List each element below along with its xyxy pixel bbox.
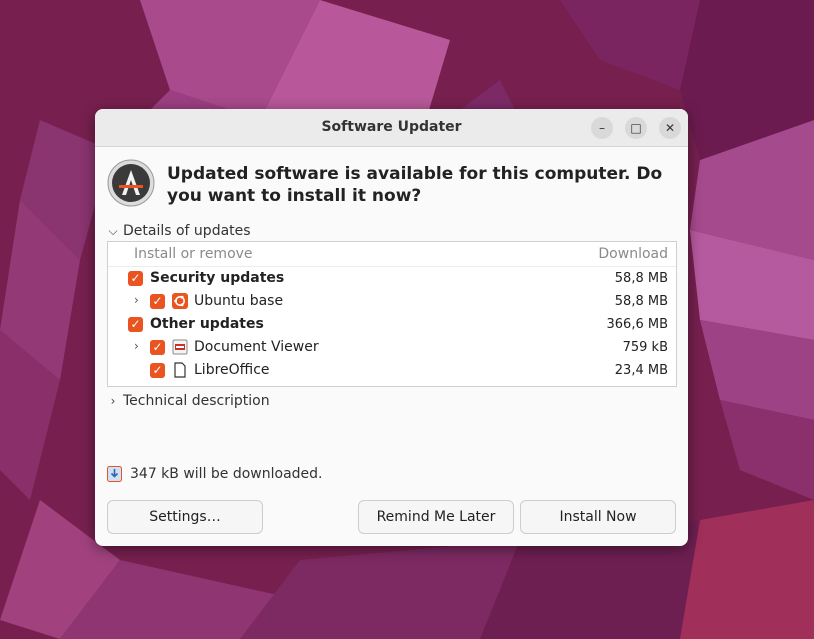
row-label: Security updates — [150, 270, 285, 286]
software-updater-icon — [107, 159, 155, 207]
row-size: 366,6 MB — [606, 317, 668, 332]
list-item[interactable]: ✓ Other updates 366,6 MB — [108, 313, 676, 336]
list-header: Install or remove Download — [108, 242, 676, 267]
chevron-right-icon[interactable]: › — [134, 293, 139, 307]
ubuntu-logo-icon — [172, 293, 188, 309]
chevron-down-icon: ⌵ — [108, 223, 118, 238]
updates-list[interactable]: Install or remove Download ✓ Security up… — [107, 241, 677, 387]
row-label: LibreOffice — [194, 362, 270, 378]
settings-button[interactable]: Settings… — [107, 500, 263, 534]
chevron-right-icon: › — [110, 394, 116, 408]
close-button[interactable]: ✕ — [659, 117, 681, 139]
download-info-text: 347 kB will be downloaded. — [130, 466, 323, 482]
row-label: Document Viewer — [194, 339, 319, 355]
row-size: 58,8 MB — [614, 294, 668, 309]
download-icon — [107, 466, 122, 482]
software-updater-window: Software Updater – □ ✕ Updated software … — [95, 109, 688, 546]
headline: Updated software is available for this c… — [167, 164, 663, 206]
technical-description-label: Technical description — [123, 393, 270, 409]
row-size: 23,4 MB — [614, 363, 668, 378]
row-label: Ubuntu base — [194, 293, 284, 309]
list-item[interactable]: ✓ LibreOffice 23,4 MB — [108, 359, 676, 382]
row-size: 759 kB — [622, 340, 668, 355]
list-item[interactable]: › ✓ Ubuntu base 58,8 MB — [108, 290, 676, 313]
maximize-button[interactable]: □ — [625, 117, 647, 139]
row-size: 58,8 MB — [614, 271, 668, 286]
column-install-or-remove[interactable]: Install or remove — [134, 246, 253, 262]
checkbox[interactable]: ✓ — [150, 340, 165, 355]
technical-description-expander[interactable]: › Technical description — [107, 393, 270, 409]
checkbox[interactable]: ✓ — [128, 317, 143, 332]
title-bar: Software Updater – □ ✕ — [95, 109, 688, 147]
checkbox[interactable]: ✓ — [150, 294, 165, 309]
chevron-right-icon[interactable]: › — [134, 339, 139, 353]
checkbox[interactable]: ✓ — [150, 363, 165, 378]
document-icon — [174, 362, 186, 378]
row-label: Other updates — [150, 316, 264, 332]
checkbox[interactable]: ✓ — [128, 271, 143, 286]
download-info: 347 kB will be downloaded. — [107, 466, 323, 482]
remind-me-later-button[interactable]: Remind Me Later — [358, 500, 514, 534]
minimize-button[interactable]: – — [591, 117, 613, 139]
list-item[interactable]: ✓ Security updates 58,8 MB — [108, 267, 676, 290]
list-item[interactable]: › ✓ Document Viewer 759 kB — [108, 336, 676, 359]
document-viewer-icon — [172, 339, 188, 355]
column-download[interactable]: Download — [598, 246, 668, 262]
install-now-button[interactable]: Install Now — [520, 500, 676, 534]
details-expander[interactable]: ⌵ Details of updates — [107, 223, 251, 239]
details-expander-label: Details of updates — [123, 223, 251, 239]
